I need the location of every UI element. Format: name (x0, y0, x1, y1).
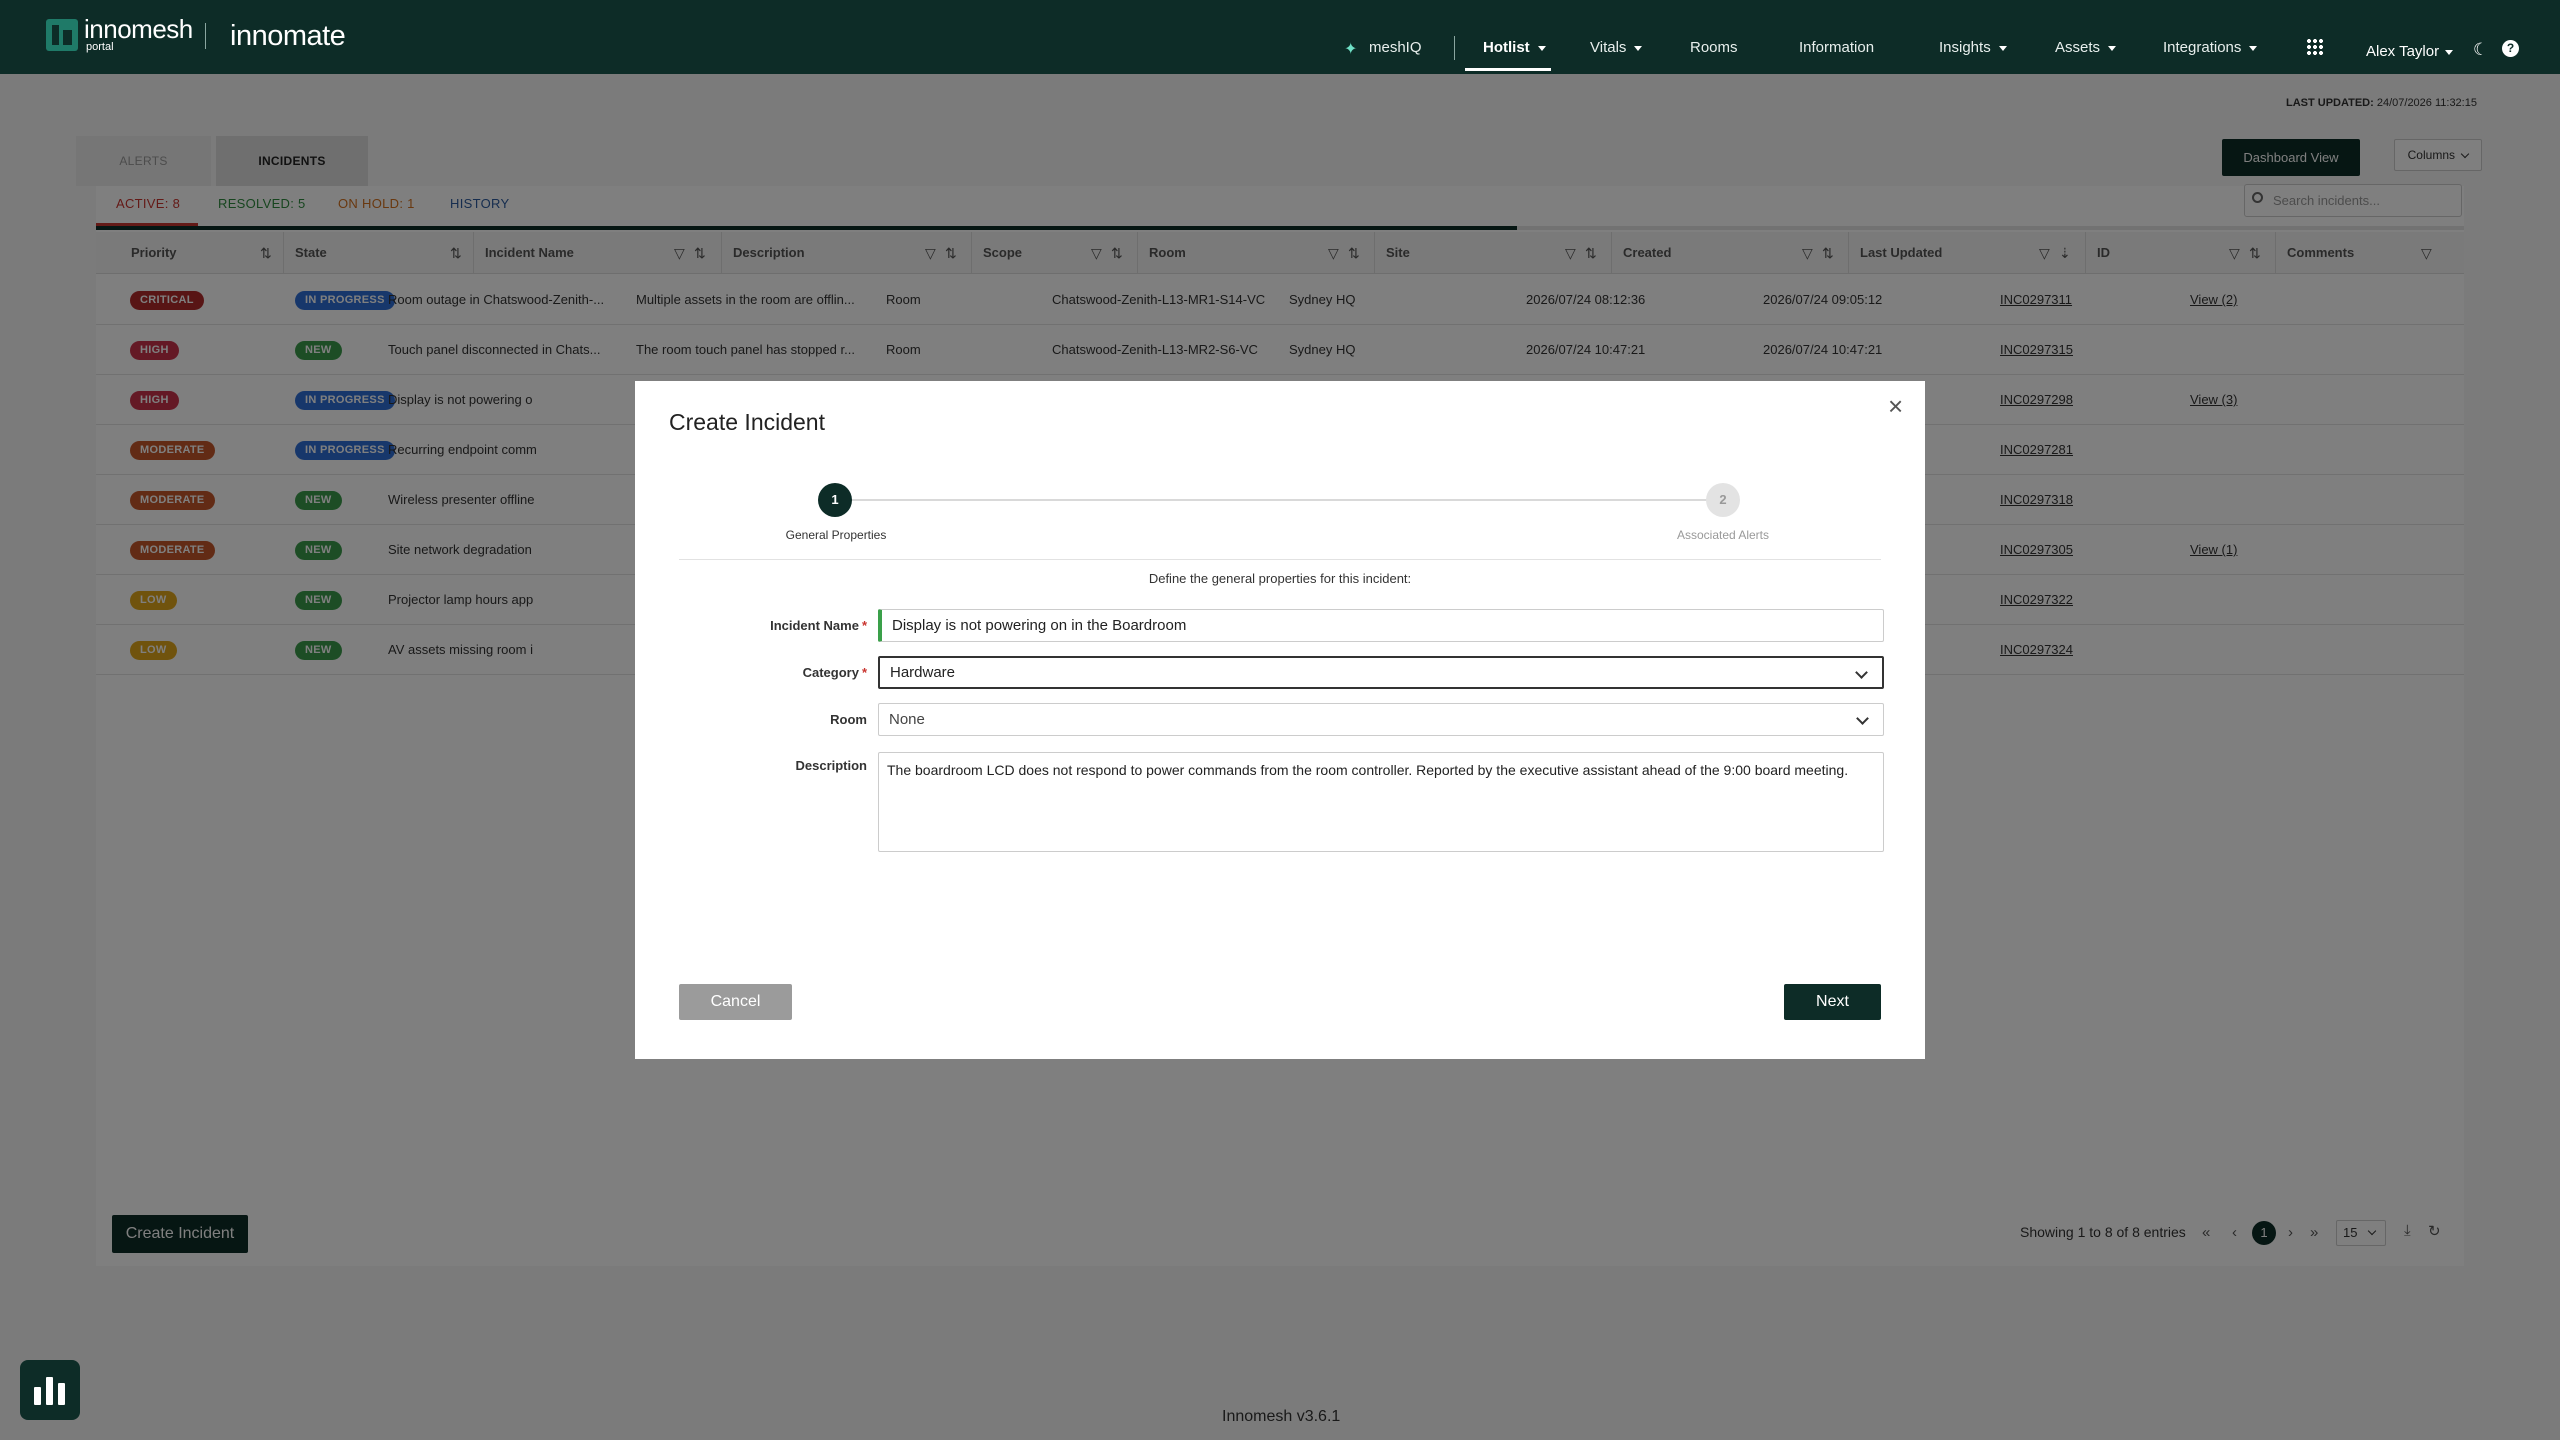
apps-grid-icon[interactable] (2306, 38, 2323, 55)
room-label: Room (830, 712, 867, 727)
form-instructions: Define the general properties for this i… (1148, 571, 1412, 586)
cancel-button[interactable]: Cancel (679, 984, 792, 1020)
nav-insights[interactable]: Insights (1939, 39, 2007, 56)
nav-vitals[interactable]: Vitals (1590, 39, 1643, 56)
room-value: None (889, 711, 925, 728)
bar-chart-icon (58, 1383, 65, 1405)
analytics-fab[interactable] (20, 1360, 80, 1420)
step-2-indicator: 2 (1706, 483, 1740, 517)
nav-meshiq[interactable]: meshIQ (1369, 39, 1422, 56)
chevron-down-icon (1998, 45, 2007, 51)
step-1-indicator: 1 (818, 483, 852, 517)
dark-mode-icon[interactable]: ☾ (2473, 40, 2488, 60)
logo-divider (205, 23, 206, 49)
chevron-down-icon (2445, 49, 2454, 55)
bar-chart-icon (34, 1387, 41, 1405)
stepper-line (837, 499, 1723, 501)
nav-vitals-label: Vitals (1590, 39, 1627, 56)
category-value: Hardware (890, 664, 956, 681)
top-navbar: innomesh portal innomate ✦ meshIQ Hotlis… (0, 0, 2560, 74)
step-2-label: Associated Alerts (1676, 528, 1770, 542)
user-menu[interactable]: Alex Taylor (2366, 43, 2454, 60)
nav-rooms[interactable]: Rooms (1690, 39, 1738, 56)
nav-assets[interactable]: Assets (2055, 39, 2117, 56)
create-incident-modal: Create Incident × 1 2 General Properties… (635, 381, 1925, 1059)
nav-insights-label: Insights (1939, 39, 1991, 56)
required-mark: * (861, 618, 867, 633)
incident-name-label: Incident Name * (635, 618, 867, 633)
incident-name-input[interactable]: Display is not powering on in the Boardr… (878, 609, 1884, 642)
nav-assets-label: Assets (2055, 39, 2101, 56)
nav-hotlist[interactable]: Hotlist (1483, 39, 1546, 56)
bar-chart-icon (46, 1377, 53, 1405)
innomesh-logo-icon (46, 19, 78, 51)
close-icon[interactable]: × (1888, 393, 1903, 419)
user-name: Alex Taylor (2366, 43, 2440, 60)
nav-separator (1454, 36, 1455, 60)
stepper-divider (679, 559, 1881, 560)
modal-title: Create Incident (669, 409, 825, 435)
chevron-down-icon (1855, 666, 1868, 679)
step-1-label: General Properties (785, 528, 887, 542)
app-name: innomate (230, 20, 346, 52)
nav-integrations-label: Integrations (2163, 39, 2242, 56)
incident-name-label-text: Incident Name (770, 618, 859, 633)
required-mark: * (861, 665, 867, 680)
category-label-text: Category (802, 665, 859, 680)
chevron-down-icon (1537, 45, 1546, 51)
description-textarea[interactable]: The boardroom LCD does not respond to po… (878, 752, 1884, 852)
brand-name: innomesh (84, 14, 193, 44)
brand-sub: portal (86, 41, 114, 53)
chevron-down-icon (2108, 45, 2117, 51)
chevron-down-icon (1856, 712, 1869, 725)
next-button[interactable]: Next (1784, 984, 1881, 1020)
category-label: Category * (635, 665, 867, 680)
room-select[interactable]: None (878, 703, 1884, 736)
chevron-down-icon (1634, 45, 1643, 51)
chevron-down-icon (2249, 45, 2258, 51)
category-select[interactable]: Hardware (878, 656, 1884, 689)
nav-active-underline (1465, 68, 1551, 71)
description-label: Description (795, 758, 867, 773)
help-icon[interactable]: ? (2502, 40, 2519, 57)
sparkle-icon: ✦ (1344, 41, 1358, 58)
nav-integrations[interactable]: Integrations (2163, 39, 2258, 56)
nav-information[interactable]: Information (1799, 39, 1874, 56)
nav-hotlist-label: Hotlist (1483, 39, 1530, 56)
